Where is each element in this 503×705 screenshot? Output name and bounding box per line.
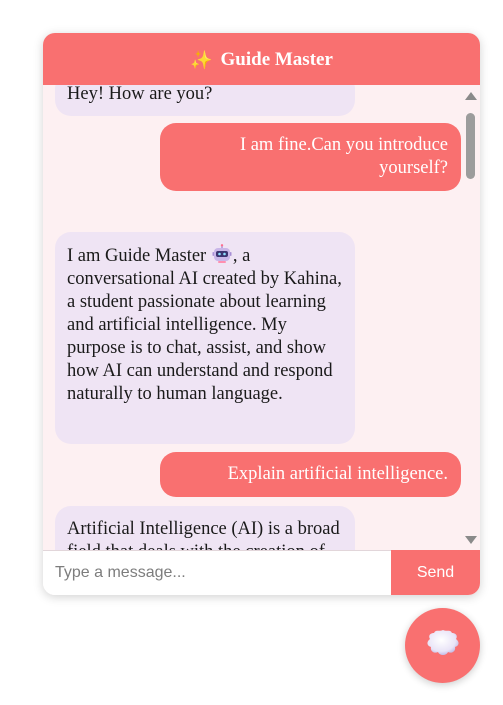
scroll-down-arrow-icon[interactable] [465,536,477,544]
chat-title: Guide Master [220,49,333,70]
bot-message: I am Guide Master , a conversational AI … [55,232,355,444]
message-text: Artificial Intelligence (AI) is a broad … [67,519,340,550]
bot-message: Hey! How are you? [55,85,355,116]
user-message: I am fine.Can you introduce yourself? [160,123,461,191]
user-message: Explain artificial intelligence. [160,452,461,497]
message-input[interactable] [43,551,391,595]
composer: Send [43,550,480,595]
chat-window: ✨ Guide Master Hey! How are you? I am fi… [43,33,480,595]
message-list[interactable]: Hey! How are you? I am fine.Can you intr… [43,85,461,550]
send-button[interactable]: Send [391,550,480,595]
message-text: Explain artificial intelligence. [227,464,448,484]
message-text: Hey! How are you? [67,85,213,104]
sparkles-icon: ✨ [190,49,213,70]
chat-bubble-icon [425,628,461,663]
robot-icon [212,244,232,264]
scroll-thumb[interactable] [466,113,475,179]
scroll-up-arrow-icon[interactable] [465,92,477,100]
chat-header: ✨ Guide Master [43,33,480,85]
message-text: I am fine.Can you introduce yourself? [239,135,448,178]
chat-launcher-button[interactable] [405,608,480,683]
message-scrollbar[interactable] [461,85,480,550]
bot-message: Artificial Intelligence (AI) is a broad … [55,506,355,550]
message-text: , a conversational AI created by Kahina,… [67,246,342,404]
message-text: I am Guide Master [67,246,207,266]
